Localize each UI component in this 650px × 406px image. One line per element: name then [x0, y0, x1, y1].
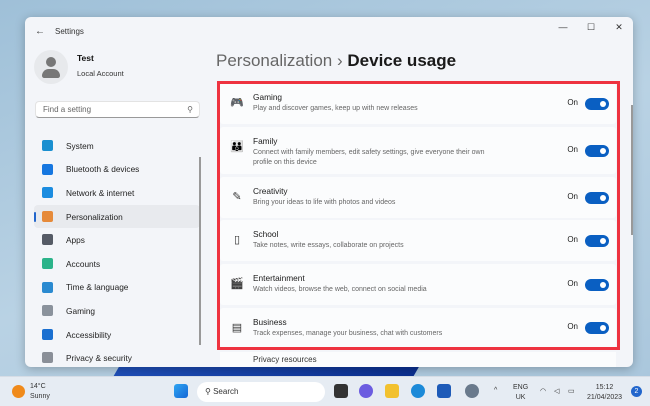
- breadcrumb-parent[interactable]: Personalization: [216, 51, 332, 70]
- sidebar-item-personalization[interactable]: Personalization: [34, 204, 200, 229]
- close-button[interactable]: ✕: [605, 17, 633, 37]
- title-bar: ← Settings — ☐ ✕: [25, 17, 633, 45]
- sidebar-item-network-internet[interactable]: Network & internet: [34, 181, 200, 205]
- taskbar: 14°C Sunny ⚲ Search ^ ENG UK ◠ ◁ ▭ 15:12 21…: [0, 376, 650, 406]
- sidebar-item-system[interactable]: System: [34, 134, 200, 158]
- wifi-icon[interactable]: ◠: [540, 387, 546, 397]
- brush-icon: [42, 210, 53, 222]
- search-icon: ⚲: [205, 387, 214, 396]
- window-title: Settings: [55, 26, 84, 36]
- clock[interactable]: 15:12 21/04/2023: [587, 383, 622, 403]
- user-profile[interactable]: Test Local Account: [34, 50, 124, 84]
- weather-icon[interactable]: [12, 385, 25, 398]
- sidebar-item-label: Network & internet: [66, 187, 135, 198]
- sidebar-item-label: Accessibility: [66, 329, 112, 340]
- accessibility-icon: [42, 328, 53, 340]
- edge-icon[interactable]: [411, 384, 425, 398]
- bluetooth-icon: [42, 163, 53, 175]
- taskbar-search[interactable]: ⚲ Search: [197, 382, 325, 402]
- start-icon[interactable]: [174, 384, 188, 398]
- sidebar-item-accounts[interactable]: Accounts: [34, 252, 200, 276]
- user-name: Test: [77, 53, 94, 63]
- sidebar-item-label: Time & language: [66, 282, 129, 293]
- store-icon[interactable]: [437, 384, 451, 398]
- sidebar-item-privacy-security[interactable]: Privacy & security: [34, 346, 200, 367]
- system-icon: [42, 140, 53, 151]
- language-indicator[interactable]: ENG UK: [513, 383, 528, 403]
- privacy-resources-card[interactable]: Privacy resources: [220, 352, 616, 367]
- sidebar-item-label: Personalization: [66, 211, 123, 222]
- minimize-button[interactable]: —: [549, 17, 577, 37]
- privacy-resources-label: Privacy resources: [253, 355, 317, 364]
- avatar: [34, 50, 68, 84]
- sidebar-nav: System Bluetooth & devices Network & inter…: [34, 134, 200, 367]
- sidebar-item-label: Bluetooth & devices: [66, 164, 140, 175]
- gamepad-icon: [42, 305, 53, 317]
- settings-window: ← Settings — ☐ ✕ Test Local Account Find …: [25, 17, 633, 367]
- content-scrollbar[interactable]: [631, 105, 633, 235]
- weather-widget[interactable]: 14°C Sunny: [30, 382, 50, 402]
- wifi-icon: [42, 187, 53, 199]
- taskbar-search-label: Search: [213, 387, 239, 396]
- volume-icon[interactable]: ◁: [554, 387, 559, 397]
- sidebar-item-bluetooth-devices[interactable]: Bluetooth & devices: [34, 158, 200, 182]
- battery-icon[interactable]: ▭: [568, 387, 575, 397]
- highlight-box: [217, 81, 620, 350]
- globe-clock-icon: [42, 281, 53, 293]
- sidebar-item-gaming[interactable]: Gaming: [34, 299, 200, 323]
- sidebar-item-label: Gaming: [66, 305, 96, 316]
- accounts-icon: [42, 257, 53, 269]
- sidebar-item-accessibility[interactable]: Accessibility: [34, 323, 200, 347]
- sidebar-item-label: Apps: [66, 235, 85, 246]
- task-view-icon[interactable]: [334, 384, 348, 398]
- chat-icon[interactable]: [359, 384, 373, 398]
- back-button[interactable]: ←: [25, 26, 55, 37]
- sidebar-item-label: System: [66, 140, 94, 151]
- maximize-button[interactable]: ☐: [577, 17, 605, 37]
- settings-app-icon[interactable]: [465, 384, 479, 398]
- sidebar-item-time-language[interactable]: Time & language: [34, 276, 200, 300]
- chevron-up-icon[interactable]: ^: [494, 386, 497, 396]
- breadcrumb-separator: ›: [336, 51, 343, 70]
- search-icon: ⚲: [187, 105, 193, 114]
- apps-icon: [42, 234, 53, 246]
- sidebar-scrollbar[interactable]: [199, 157, 201, 345]
- breadcrumb: Personalization › Device usage: [216, 51, 456, 71]
- shield-icon: [42, 352, 53, 364]
- search-input[interactable]: Find a setting ⚲: [35, 101, 200, 118]
- account-type: Local Account: [77, 69, 124, 78]
- search-placeholder: Find a setting: [43, 105, 92, 114]
- page-title: Device usage: [347, 51, 457, 70]
- sidebar-item-label: Privacy & security: [66, 353, 132, 364]
- file-explorer-icon[interactable]: [385, 384, 399, 398]
- sidebar-item-label: Accounts: [66, 258, 101, 269]
- notification-badge[interactable]: 2: [631, 386, 642, 397]
- sidebar-item-apps[interactable]: Apps: [34, 228, 200, 252]
